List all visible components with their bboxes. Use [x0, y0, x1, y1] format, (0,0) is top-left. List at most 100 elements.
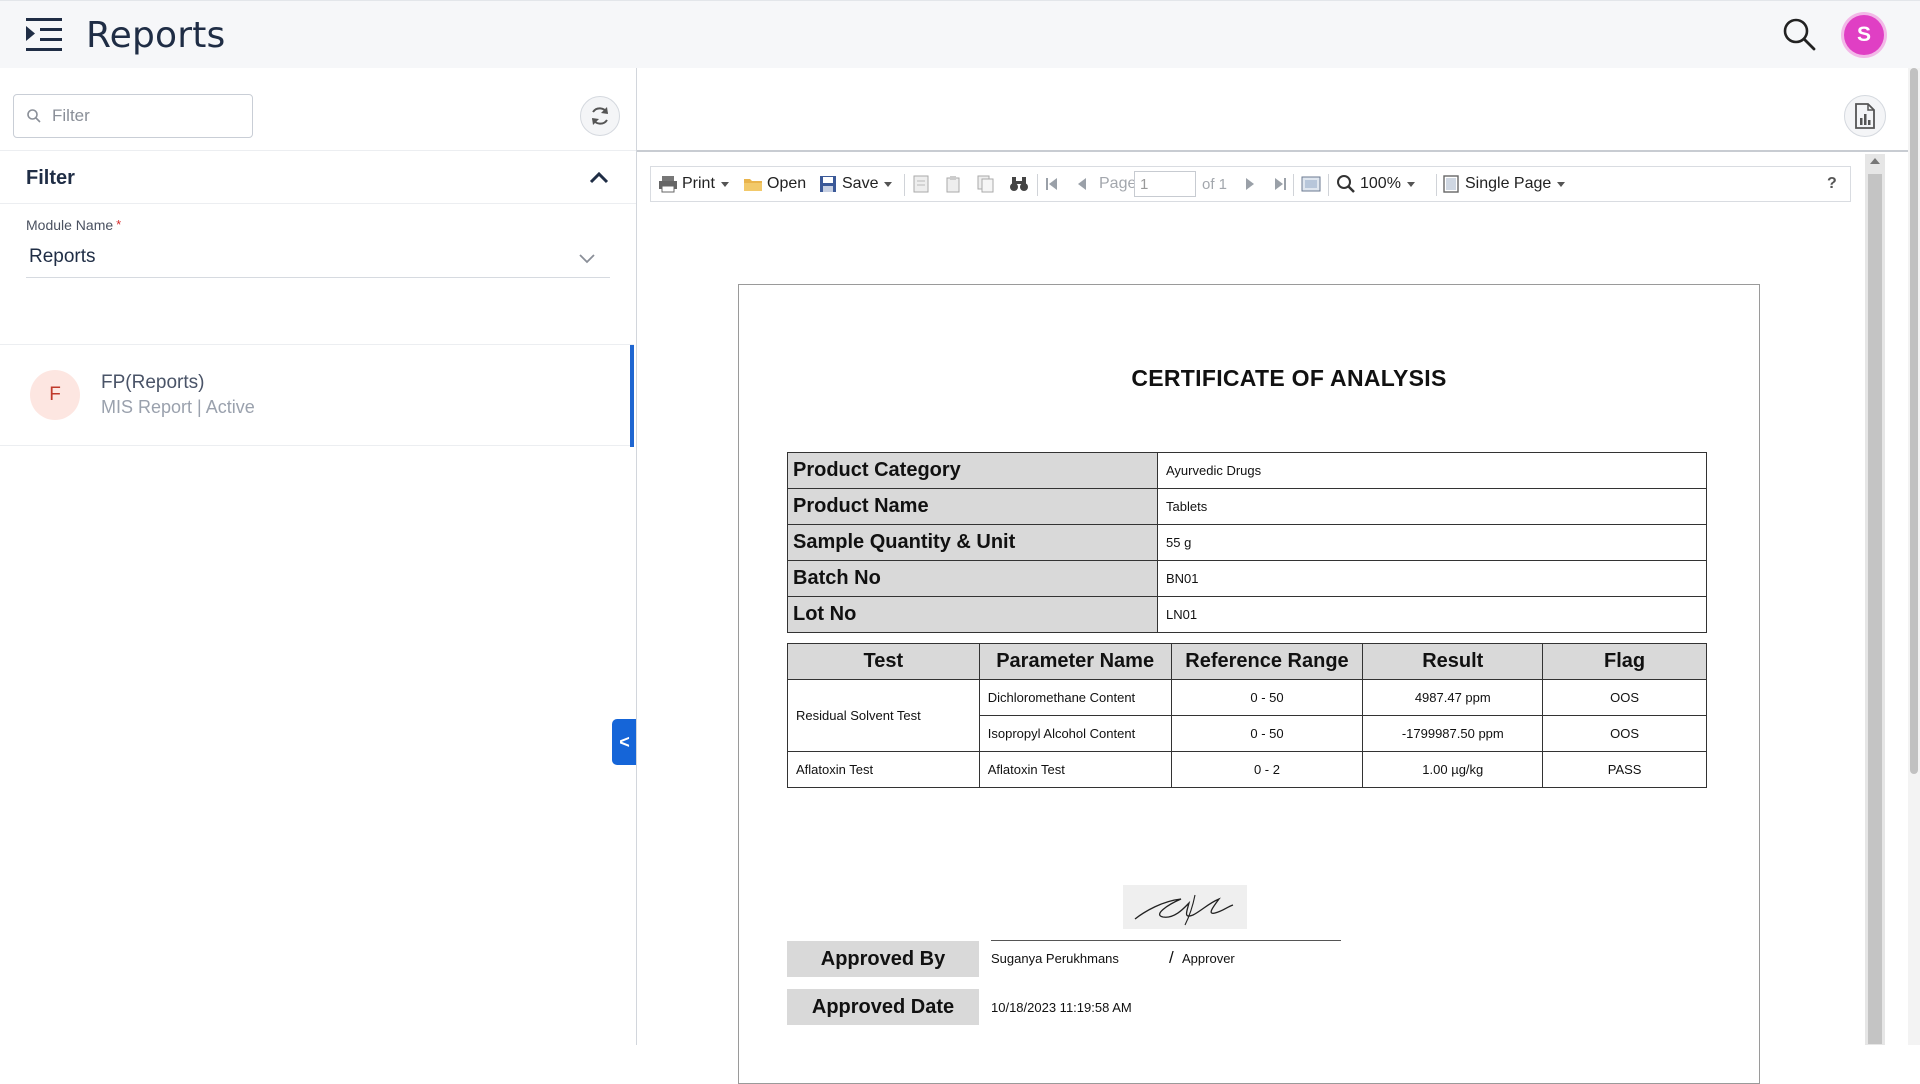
last-page-button[interactable] [1273, 167, 1287, 201]
column-header: Flag [1542, 643, 1707, 680]
signature-line [991, 940, 1341, 941]
filter-input[interactable] [52, 106, 242, 126]
parameter-cell: Dichloromethane Content [978, 679, 1172, 716]
report-page: CERTIFICATE OF ANALYSIS Product Category… [738, 284, 1760, 1084]
test-cell: Aflatoxin Test [787, 751, 980, 788]
required-mark: * [116, 217, 122, 232]
approver-separator: / [1169, 948, 1174, 967]
column-header: Reference Range [1170, 643, 1364, 680]
save-disk-icon [820, 176, 836, 192]
scroll-up-arrow-icon[interactable] [1870, 158, 1880, 164]
table-row: Product Name Tablets [787, 488, 1707, 525]
report-list-item[interactable]: F FP(Reports) MIS Report | Active [0, 344, 634, 447]
range-cell: 0 - 2 [1170, 751, 1364, 788]
search-icon [27, 109, 41, 123]
table-row: Sample Quantity & Unit 55 g [787, 524, 1707, 561]
full-screen-button[interactable] [1301, 167, 1321, 201]
info-value: LN01 [1157, 596, 1707, 633]
report-subtitle: MIS Report | Active [101, 397, 255, 417]
approved-by-role: Approver [1182, 951, 1235, 966]
page-title: Reports [86, 15, 226, 56]
flag-cell: PASS [1542, 751, 1707, 788]
collapse-panel-button[interactable]: < [612, 719, 637, 765]
column-header: Test [787, 643, 980, 680]
single-page-icon [1443, 175, 1459, 193]
next-page-button[interactable] [1245, 167, 1255, 201]
module-name-label: Module Name * [26, 217, 122, 233]
export-report-button[interactable] [1844, 95, 1886, 137]
report-file-icon [1855, 103, 1875, 129]
table-row: Aflatoxin Test Aflatoxin Test 0 - 2 1.00… [787, 751, 1707, 788]
info-value: 55 g [1157, 524, 1707, 561]
report-name: FP(Reports) [101, 372, 205, 393]
help-button[interactable]: ? [1827, 167, 1837, 201]
next-page-icon [1246, 178, 1254, 190]
flag-cell: OOS [1542, 679, 1707, 716]
info-key: Product Name [787, 488, 1158, 525]
approved-date-value: 10/18/2023 11:19:58 AM [991, 1000, 1132, 1015]
info-value: Tablets [1157, 488, 1707, 525]
multi-page-button[interactable] [977, 167, 995, 201]
table-header-row: Test Parameter Name Reference Range Resu… [787, 643, 1707, 680]
page-scrollbar-thumb[interactable] [1910, 68, 1918, 774]
previous-page-button[interactable] [1077, 167, 1087, 201]
open-button[interactable]: Open [743, 167, 806, 201]
scrollbar-thumb[interactable] [1868, 174, 1882, 1044]
document-icon [913, 175, 929, 193]
column-header: Result [1362, 643, 1544, 680]
table-row: Product Category Ayurvedic Drugs [787, 452, 1707, 489]
info-key: Sample Quantity & Unit [787, 524, 1158, 561]
page-number-input[interactable] [1134, 171, 1196, 197]
viewer-scrollbar[interactable] [1865, 154, 1885, 1045]
full-screen-icon [1301, 176, 1321, 192]
search-icon[interactable] [1780, 15, 1818, 53]
table-row: Residual Solvent Test Dichloromethane Co… [787, 679, 1707, 752]
page-scrollbar[interactable] [1908, 68, 1920, 1045]
table-row: Lot No LN01 [787, 596, 1707, 633]
chevron-up-icon[interactable] [588, 168, 610, 188]
first-page-button[interactable] [1045, 167, 1059, 201]
module-name-value: Reports [29, 246, 96, 267]
user-avatar[interactable]: S [1844, 15, 1884, 55]
document-area: CERTIFICATE OF ANALYSIS Product Category… [637, 212, 1863, 1084]
page-label: Page [1099, 175, 1137, 192]
test-results-table: Test Parameter Name Reference Range Resu… [787, 643, 1707, 788]
chevron-down-icon [579, 254, 595, 264]
printer-icon [659, 176, 677, 193]
module-name-select[interactable]: Reports [26, 238, 610, 278]
active-indicator [630, 345, 634, 447]
column-header: Parameter Name [978, 643, 1172, 680]
result-cell: -1799987.50 ppm [1362, 715, 1544, 752]
info-value: Ayurvedic Drugs [1157, 452, 1707, 489]
info-key: Batch No [787, 560, 1158, 597]
result-cell: 4987.47 ppm [1362, 679, 1544, 716]
info-key: Lot No [787, 596, 1158, 633]
left-panel: Filter Module Name* Reports F FP(Reports… [0, 68, 636, 1045]
table-row: Batch No BN01 [787, 560, 1707, 597]
viewer-divider [637, 150, 1920, 152]
view-mode-select[interactable]: Single Page [1443, 167, 1566, 201]
result-cell: 1.00 µg/kg [1362, 751, 1544, 788]
zoom-select[interactable]: 100% [1336, 167, 1415, 201]
print-button[interactable]: Print [658, 167, 729, 201]
product-info-table: Product Category Ayurvedic Drugs Product … [787, 452, 1707, 633]
clipboard-icon [946, 176, 960, 193]
refresh-button[interactable] [580, 96, 620, 136]
save-button[interactable]: Save [819, 167, 893, 201]
certificate-title: CERTIFICATE OF ANALYSIS [1131, 365, 1447, 391]
previous-page-icon [1078, 178, 1086, 190]
filter-section-header[interactable]: Filter [0, 150, 636, 204]
first-page-icon [1046, 178, 1057, 190]
approved-by-label: Approved By [787, 941, 979, 977]
filter-search-box[interactable] [13, 94, 253, 138]
menu-icon[interactable] [24, 15, 66, 55]
range-cell: 0 - 50 [1170, 679, 1364, 716]
document-map-button[interactable] [913, 167, 929, 201]
binoculars-icon [1010, 177, 1028, 191]
copy-button[interactable] [945, 167, 961, 201]
pages-icon [977, 175, 994, 193]
find-button[interactable] [1009, 167, 1029, 201]
approved-date-label: Approved Date [787, 989, 979, 1025]
parameter-cell: Isopropyl Alcohol Content [978, 715, 1172, 752]
flag-cell: OOS [1542, 715, 1707, 752]
